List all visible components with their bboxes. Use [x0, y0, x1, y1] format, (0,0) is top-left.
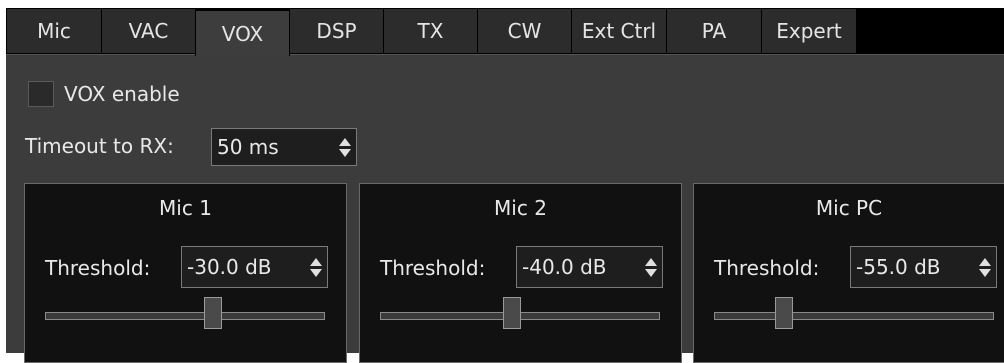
- tab-label: VOX: [221, 21, 264, 46]
- spin-up-arrow-icon[interactable]: [645, 257, 657, 266]
- timeout-to-rx-label: Timeout to RX:: [25, 134, 174, 158]
- spin-arrows: [334, 129, 356, 165]
- panel-title: Mic PC: [815, 196, 883, 220]
- spin-down-arrow-icon[interactable]: [979, 268, 991, 277]
- tab-label: TX: [417, 19, 444, 43]
- mic-pc-threshold-spinbox[interactable]: -55.0 dB: [850, 246, 997, 288]
- timeout-to-rx-value[interactable]: 50 ms: [212, 135, 334, 159]
- tab-vac[interactable]: VAC: [101, 8, 196, 54]
- threshold-label: Threshold:: [714, 256, 820, 280]
- tab-tx[interactable]: TX: [383, 8, 478, 54]
- tab-cw[interactable]: CW: [477, 8, 572, 54]
- mic-1-threshold-spinbox[interactable]: -30.0 dB: [181, 246, 328, 288]
- timeout-to-rx-spinbox[interactable]: 50 ms: [211, 128, 357, 166]
- vox-enable-label: VOX enable: [64, 82, 180, 106]
- tab-label: DSP: [316, 19, 357, 43]
- spin-up-arrow-icon[interactable]: [339, 137, 351, 146]
- tab-label: Expert: [776, 19, 842, 43]
- tab-expert[interactable]: Expert: [761, 8, 857, 54]
- tab-ext-ctrl[interactable]: Ext Ctrl: [571, 8, 667, 54]
- vox-enable-checkbox[interactable]: [28, 81, 54, 107]
- tab-label: CW: [507, 19, 542, 43]
- spin-up-arrow-icon[interactable]: [979, 257, 991, 266]
- mic-1-threshold-slider-track[interactable]: [45, 312, 325, 320]
- tab-dsp[interactable]: DSP: [289, 8, 384, 54]
- mic-pc-threshold-slider-track[interactable]: [714, 312, 994, 320]
- threshold-label: Threshold:: [45, 256, 151, 280]
- vox-settings-window: Mic VAC VOX DSP TX CW Ext Ctrl PA Expert…: [6, 8, 1004, 363]
- panel-title: Mic 2: [494, 196, 547, 220]
- vox-tab-content: VOX enable Timeout to RX: 50 ms Mic 1 Th…: [6, 54, 1004, 363]
- tab-label: Mic: [37, 19, 71, 43]
- mic-pc-panel: Mic PC Threshold: -55.0 dB: [693, 183, 1004, 363]
- mic-2-panel: Mic 2 Threshold: -40.0 dB: [359, 183, 682, 363]
- tab-label: PA: [701, 19, 727, 43]
- threshold-value[interactable]: -55.0 dB: [851, 255, 974, 279]
- mic-2-threshold-slider-handle[interactable]: [502, 297, 521, 329]
- spin-down-arrow-icon[interactable]: [339, 148, 351, 157]
- tab-vox[interactable]: VOX: [195, 10, 290, 56]
- spin-arrows: [640, 247, 662, 287]
- tab-mic[interactable]: Mic: [6, 8, 102, 54]
- panel-title: Mic 1: [159, 196, 212, 220]
- spin-down-arrow-icon[interactable]: [645, 268, 657, 277]
- tab-pa[interactable]: PA: [666, 8, 762, 54]
- tab-bar: Mic VAC VOX DSP TX CW Ext Ctrl PA Expert: [6, 8, 1004, 56]
- threshold-label: Threshold:: [380, 256, 486, 280]
- spin-down-arrow-icon[interactable]: [310, 268, 322, 277]
- tab-label: VAC: [128, 19, 169, 43]
- mic-1-panel: Mic 1 Threshold: -30.0 dB: [24, 183, 347, 363]
- threshold-value[interactable]: -40.0 dB: [517, 255, 640, 279]
- tab-label: Ext Ctrl: [581, 19, 657, 43]
- vox-enable-checkbox-row[interactable]: VOX enable: [28, 81, 180, 107]
- mic-2-threshold-spinbox[interactable]: -40.0 dB: [516, 246, 663, 288]
- threshold-value[interactable]: -30.0 dB: [182, 255, 305, 279]
- spin-up-arrow-icon[interactable]: [310, 257, 322, 266]
- mic-pc-threshold-slider-handle[interactable]: [775, 297, 793, 329]
- mic-1-threshold-slider-handle[interactable]: [204, 297, 222, 329]
- spin-arrows: [305, 247, 327, 287]
- spin-arrows: [974, 247, 996, 287]
